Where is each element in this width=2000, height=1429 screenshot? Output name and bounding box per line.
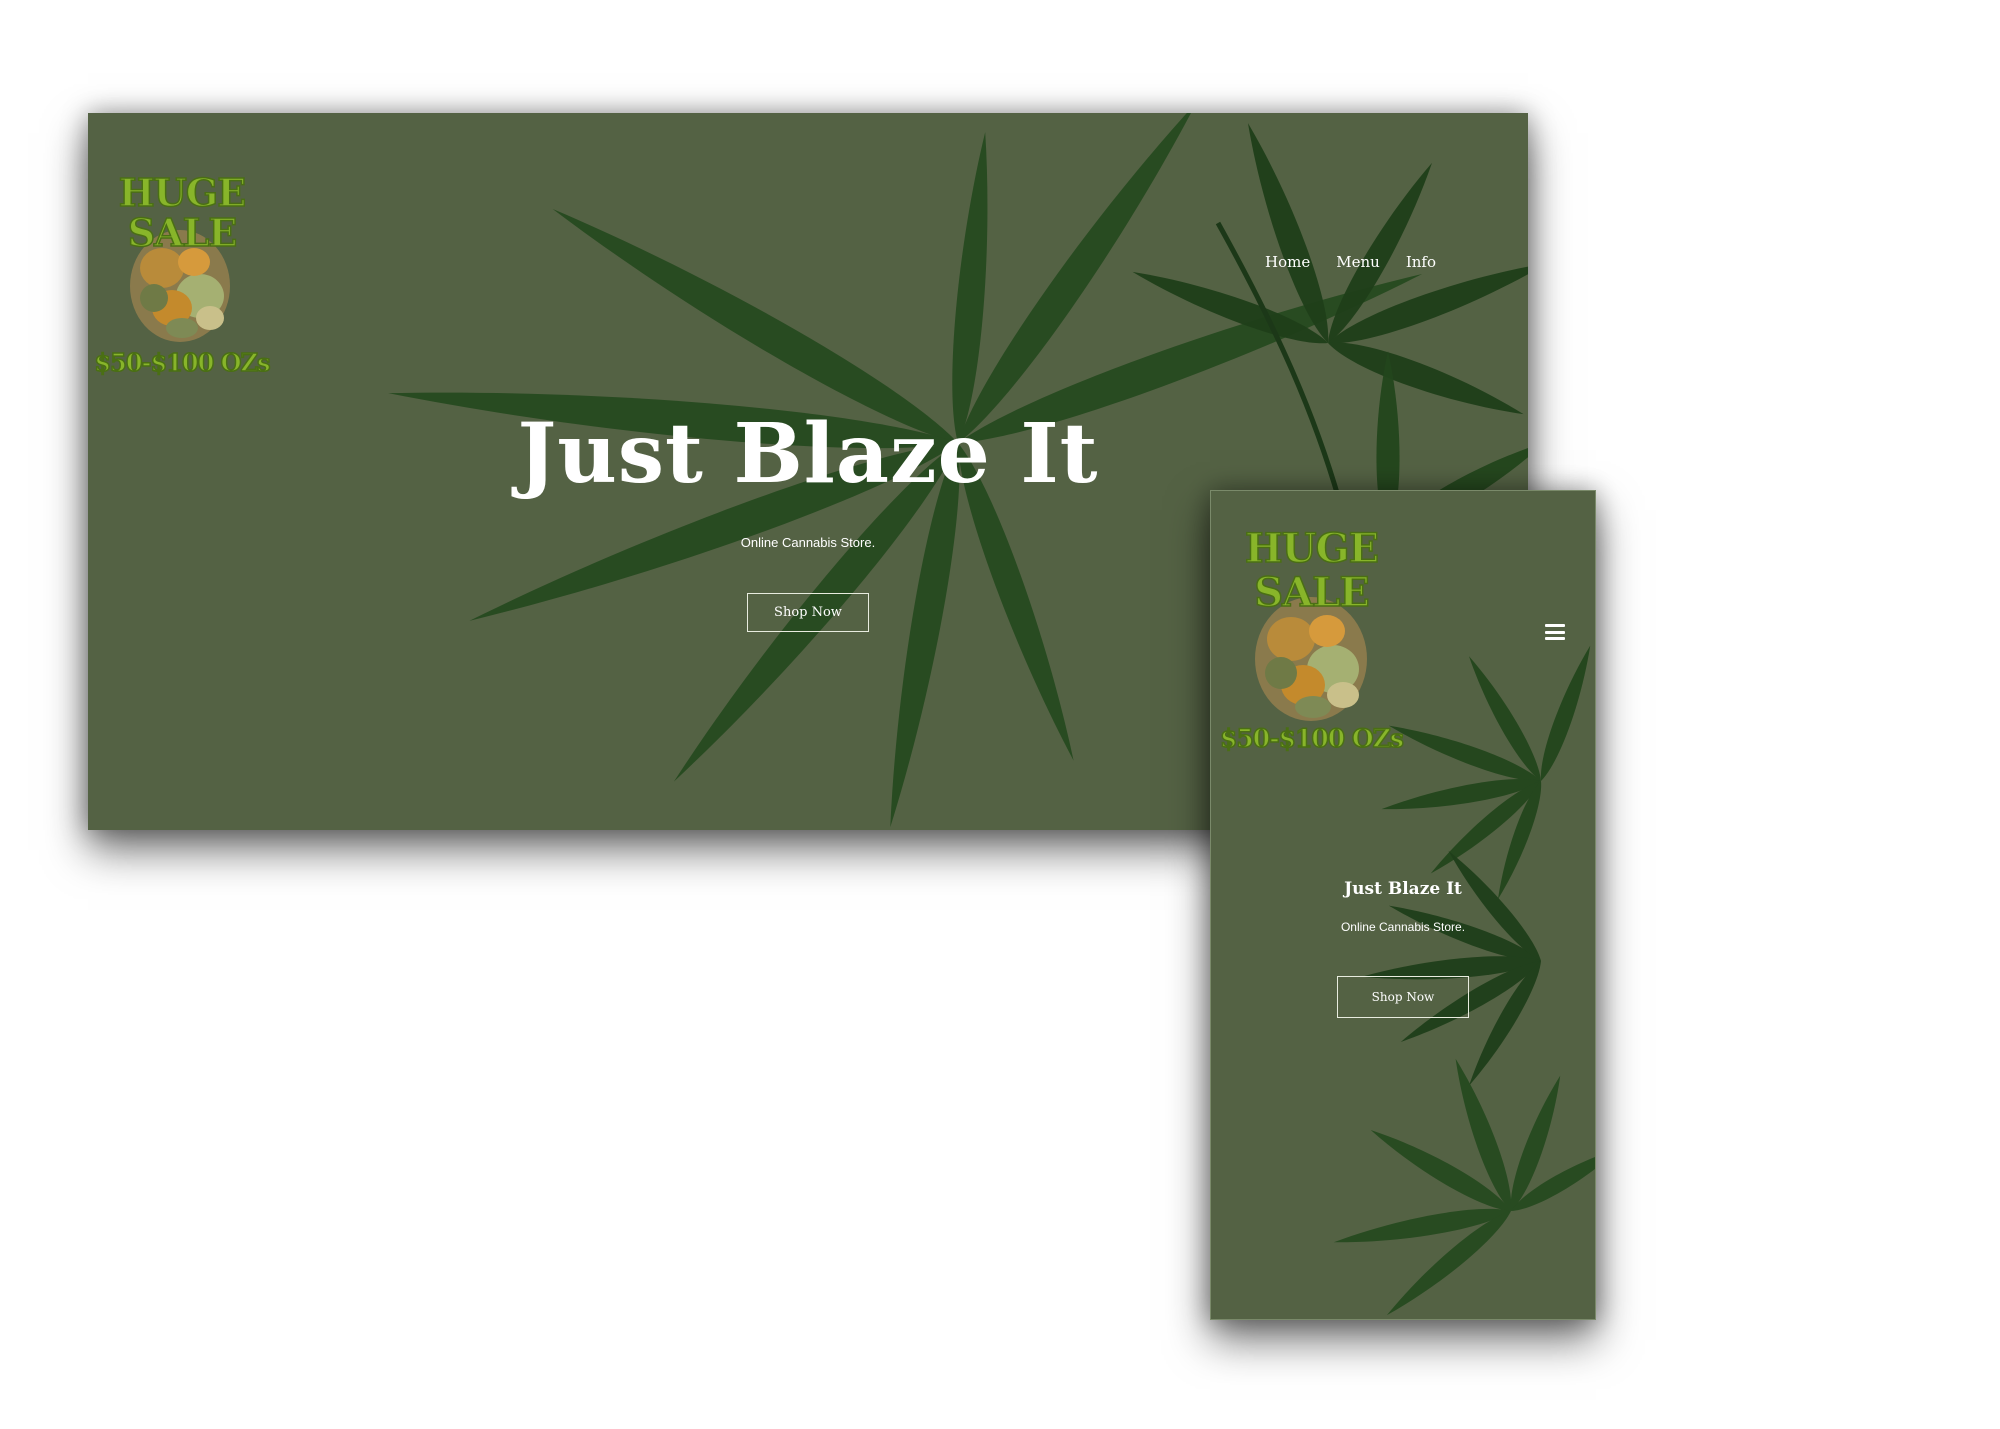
logo-huge-text: HUGE xyxy=(1244,524,1380,573)
hero-title: Just Blaze It xyxy=(517,406,1099,502)
hamburger-menu-icon[interactable] xyxy=(1545,624,1565,640)
shop-now-button[interactable]: Shop Now xyxy=(1337,976,1469,1018)
logo-sale-text: SALE xyxy=(1253,568,1370,617)
huge-sale-logo[interactable]: HUGE SALE $50-$100 OZs xyxy=(1219,519,1404,759)
mockup-stage: HUGE SALE $50-$100 OZs Home Menu Info Ju… xyxy=(0,0,2000,1429)
main-navigation: Home Menu Info xyxy=(1265,253,1436,271)
nav-home-link[interactable]: Home xyxy=(1265,253,1310,271)
shop-now-button[interactable]: Shop Now xyxy=(747,593,869,632)
huge-sale-logo[interactable]: HUGE SALE $50-$100 OZs xyxy=(92,158,272,378)
logo-sale-text: SALE xyxy=(127,209,238,256)
logo-huge-text: HUGE xyxy=(118,169,247,216)
logo-price-text: $50-$100 OZs xyxy=(94,347,272,378)
hero-section: Just Blaze It Online Cannabis Store. Sho… xyxy=(1211,881,1595,1018)
hero-title: Just Blaze It xyxy=(1344,879,1462,899)
mobile-screen: HUGE SALE $50-$100 OZs Just Blaze It Onl… xyxy=(1210,490,1596,1320)
hero-subtitle: Online Cannabis Store. xyxy=(1340,920,1466,934)
logo-price-text: $50-$100 OZs xyxy=(1219,723,1404,754)
nav-info-link[interactable]: Info xyxy=(1406,253,1436,271)
nav-menu-link[interactable]: Menu xyxy=(1336,253,1380,271)
